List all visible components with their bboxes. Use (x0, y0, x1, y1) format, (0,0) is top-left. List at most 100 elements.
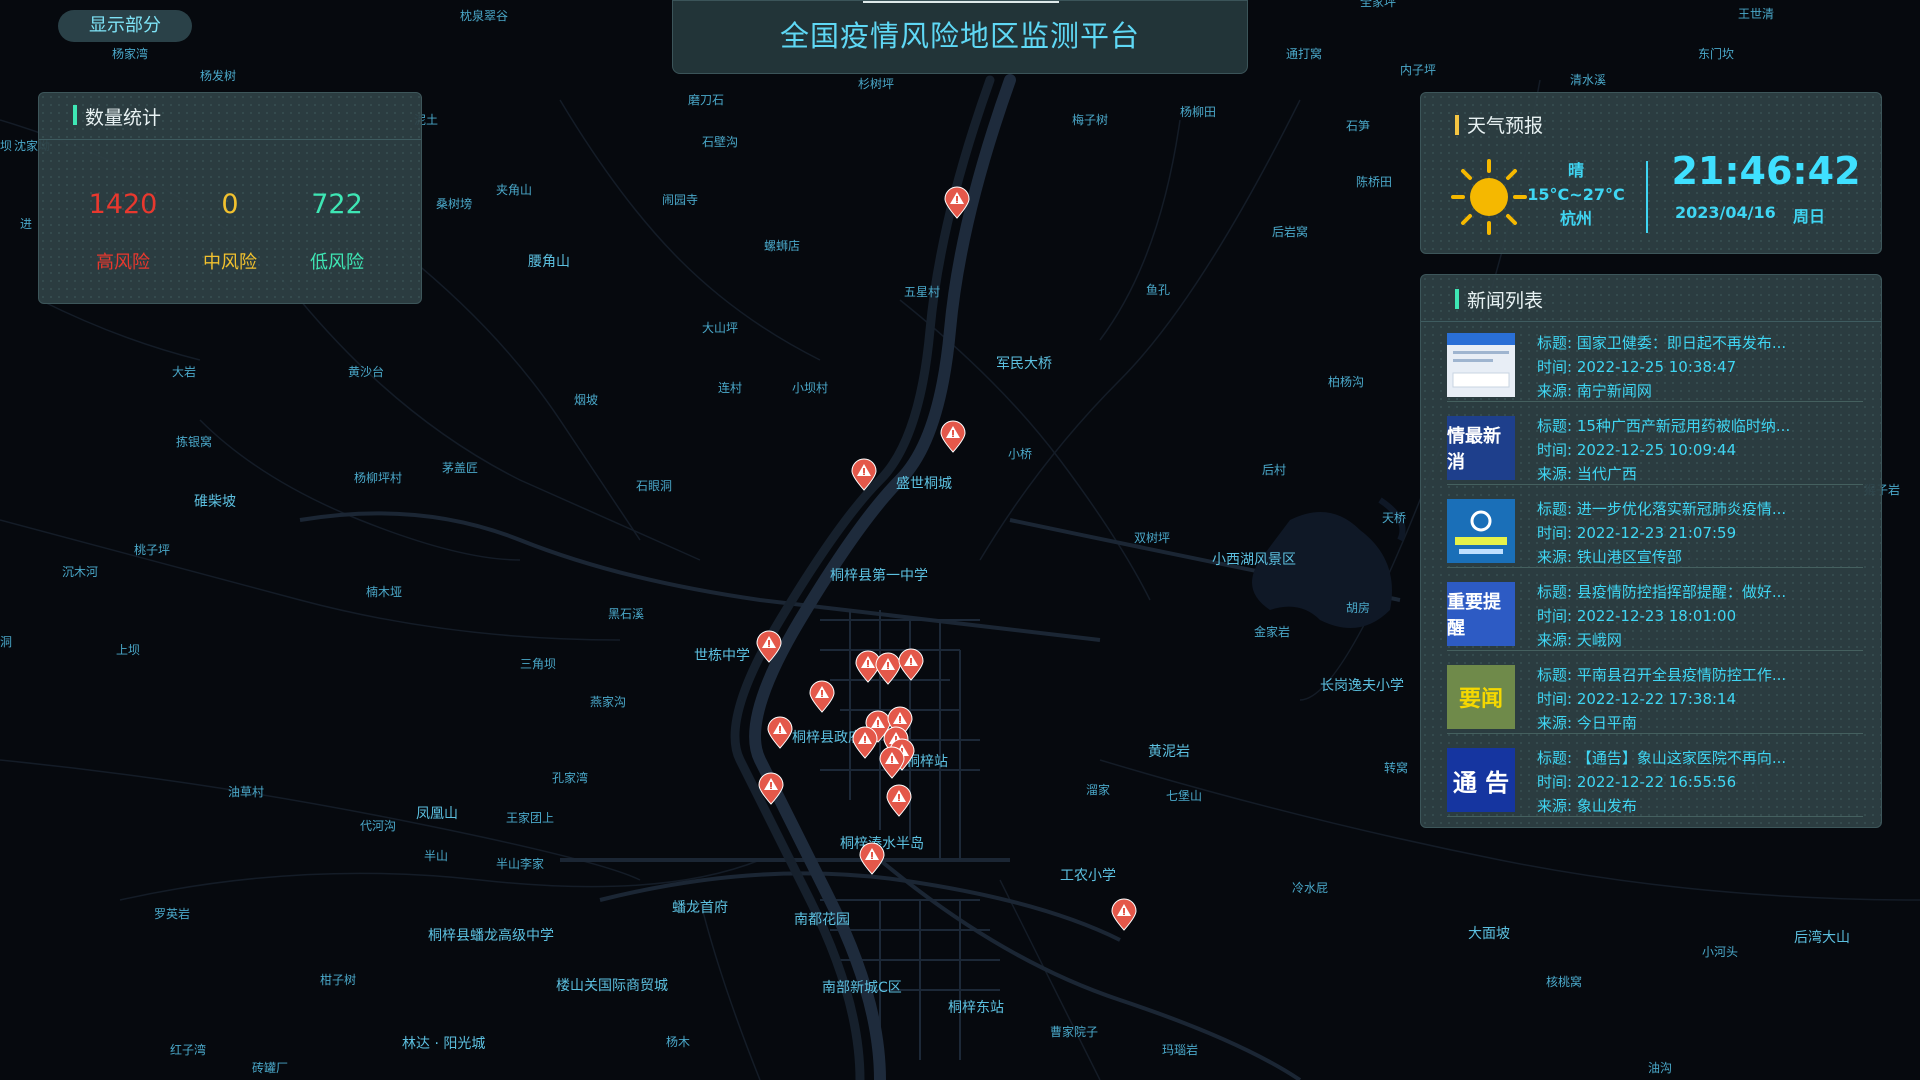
news-time: 时间: 2022-12-22 17:38:14 (1537, 690, 1737, 708)
news-thumbnail-text: 情最新消 (1447, 426, 1501, 473)
map-place-label: 冷水屁 (1292, 881, 1328, 895)
map-place-label: 杨柳坪村 (354, 470, 402, 485)
map-place-label: 坝 (0, 139, 12, 153)
map-place-label: 腰角山 (528, 254, 570, 270)
weather-divider (1646, 161, 1648, 233)
news-item[interactable]: 标题: 国家卫健委：即日起不再发布... 时间: 2022-12-25 10:3… (1447, 331, 1863, 402)
map-place-label: 蟠龙首府 (672, 900, 728, 916)
map-place-label: 后湾大山 (1794, 929, 1850, 946)
news-panel: 新闻列表 标题: 国家卫健委：即日起不再发布... 时间: 2022-12-25… (1420, 274, 1882, 828)
news-text: 标题: 国家卫健委：即日起不再发布... 时间: 2022-12-25 10:3… (1537, 331, 1786, 403)
show-section-button[interactable]: 显示部分 (58, 10, 192, 42)
news-source: 来源: 今日平南 (1537, 714, 1637, 732)
map-place-label: 上坝 (116, 643, 140, 657)
map-place-label: 桑树塝 (436, 196, 472, 211)
weather-temperature: 15°C~27°C (1527, 185, 1625, 204)
news-source: 来源: 天峨网 (1537, 631, 1622, 649)
news-text: 标题: 进一步优化落实新冠肺炎疫情... 时间: 2022-12-23 21:0… (1537, 497, 1786, 569)
map-place-label: 拣银窝 (176, 434, 212, 449)
map-place-label: 桐梓县第一中学 (830, 567, 928, 584)
map-place-label: 五星村 (904, 285, 940, 299)
news-item[interactable]: 重要提醒 标题: 县疫情防控指挥部提醒：做好... 时间: 2022-12-23… (1447, 580, 1863, 651)
stat-medium-risk-value: 0 (221, 189, 239, 220)
map-place-label: 金家岩 (1254, 624, 1290, 639)
news-title: 标题: 【通告】象山这家医院不再向... (1537, 749, 1787, 767)
map-place-label: 全家坪 (1360, 0, 1396, 9)
map-place-label: 黑石溪 (608, 607, 644, 621)
map-place-label: 王世清 (1738, 7, 1774, 21)
header-title-box: 全国疫情风险地区监测平台 (672, 0, 1248, 74)
news-thumbnail (1447, 499, 1515, 563)
news-title: 标题: 平南县召开全县疫情防控工作... (1537, 666, 1787, 684)
news-thumbnail-text: 要闻 (1458, 686, 1503, 712)
map-place-label: 凤凰山 (416, 806, 458, 822)
map-place-label: 罗英岩 (154, 906, 190, 921)
map-place-label: 红子湾 (170, 1042, 206, 1057)
map-place-label: 大山坪 (702, 321, 738, 335)
news-text: 标题: 【通告】象山这家医院不再向... 时间: 2022-12-22 16:5… (1537, 746, 1786, 818)
news-thumbnail-text: 通 告 (1452, 767, 1510, 797)
news-source: 来源: 当代广西 (1537, 465, 1637, 483)
map-place-label: 桃子坪 (134, 542, 170, 557)
news-source: 来源: 南宁新闻网 (1537, 382, 1652, 400)
weather-title-accent (1455, 115, 1459, 135)
news-title: 标题: 15种广西产新冠用药被临时纳... (1537, 417, 1791, 435)
map-place-label: 南部新城C区 (822, 980, 902, 996)
map-place-label: 连村 (718, 380, 742, 395)
map-place-label: 工农小学 (1060, 868, 1116, 884)
map-place-label: 楼山关国际商贸城 (556, 978, 668, 994)
map-place-label: 油草村 (228, 785, 264, 799)
map-place-label: 茅盖匠 (442, 461, 478, 475)
map-place-label: 小西湖风景区 (1212, 552, 1296, 568)
map-place-label: 内子坪 (1400, 63, 1436, 77)
map-place-label: 世栋中学 (694, 647, 750, 664)
news-title-accent (1455, 289, 1459, 309)
map-place-label: 鱼孔 (1146, 283, 1170, 297)
news-item[interactable]: 标题: 进一步优化落实新冠肺炎疫情... 时间: 2022-12-23 21:0… (1447, 497, 1863, 568)
map-place-label: 胡房 (1346, 600, 1370, 615)
stat-low-risk: 722 低风险 (282, 189, 392, 274)
map-place-label: 柑子树 (320, 972, 356, 987)
map-place-label: 油沟 (1648, 1061, 1672, 1075)
map-place-label: 沉木河 (62, 565, 98, 579)
news-title: 标题: 国家卫健委：即日起不再发布... (1537, 334, 1787, 352)
title-accent-line (863, 1, 1059, 3)
map-place-label: 大岩 (172, 364, 196, 379)
map-place-label: 代河沟 (360, 819, 396, 833)
map-place-label: 桐梓县蟠龙高级中学 (428, 927, 554, 944)
stat-medium-risk: 0 中风险 (175, 189, 285, 274)
map-place-label: 长岗逸夫小学 (1320, 678, 1404, 694)
stats-panel: 数量统计 1420 高风险 0 中风险 722 低风险 (38, 92, 422, 304)
news-time: 时间: 2022-12-22 16:55:56 (1537, 773, 1737, 791)
news-thumbnail: 通 告 (1447, 748, 1515, 812)
map-place-label: 砖罐厂 (252, 1060, 288, 1075)
clock-time: 21:46:42 (1671, 149, 1861, 193)
map-place-label: 烟坡 (574, 393, 598, 407)
map-place-label: 林达 · 阳光城 (402, 1036, 485, 1052)
news-time: 时间: 2022-12-23 21:07:59 (1537, 524, 1737, 542)
news-source: 来源: 铁山港区宣传部 (1537, 548, 1682, 566)
news-item[interactable]: 通 告 标题: 【通告】象山这家医院不再向... 时间: 2022-12-22 … (1447, 746, 1863, 817)
news-item[interactable]: 要闻 标题: 平南县召开全县疫情防控工作... 时间: 2022-12-22 1… (1447, 663, 1863, 734)
stats-title-accent (73, 105, 77, 125)
map-place-label: 梅子树 (1072, 112, 1108, 127)
news-thumbnail: 情最新消 (1447, 416, 1515, 480)
map-place-label: 进 (20, 217, 32, 231)
weather-info: 晴 15°C~27°C 杭州 (1521, 159, 1631, 231)
map-place-label: 清水溪 (1570, 73, 1606, 87)
news-text: 标题: 县疫情防控指挥部提醒：做好... 时间: 2022-12-23 18:0… (1537, 580, 1786, 652)
map-place-label: 闹园寺 (662, 193, 698, 207)
news-thumbnail: 要闻 (1447, 665, 1515, 729)
map-place-label: 双树坪 (1134, 530, 1170, 545)
map-place-label: 杨发树 (200, 68, 236, 83)
map-place-label: 石壁沟 (702, 134, 738, 149)
map-place-label: 碓柴坡 (194, 494, 236, 510)
map-place-label: 军民大桥 (996, 356, 1052, 372)
news-item[interactable]: 情最新消 标题: 15种广西产新冠用药被临时纳... 时间: 2022-12-2… (1447, 414, 1863, 485)
map-place-label: 孔家湾 (552, 770, 588, 785)
weather-panel: 天气预报 晴 15°C~27°C 杭州 21:46:42 2023/04/16 … (1420, 92, 1882, 254)
news-time: 时间: 2022-12-25 10:09:44 (1537, 441, 1737, 459)
map-place-label: 天桥 (1382, 511, 1406, 525)
map-place-label: 黄泥岩 (1148, 743, 1190, 760)
map-place-label: 玛瑙岩 (1162, 1042, 1198, 1057)
